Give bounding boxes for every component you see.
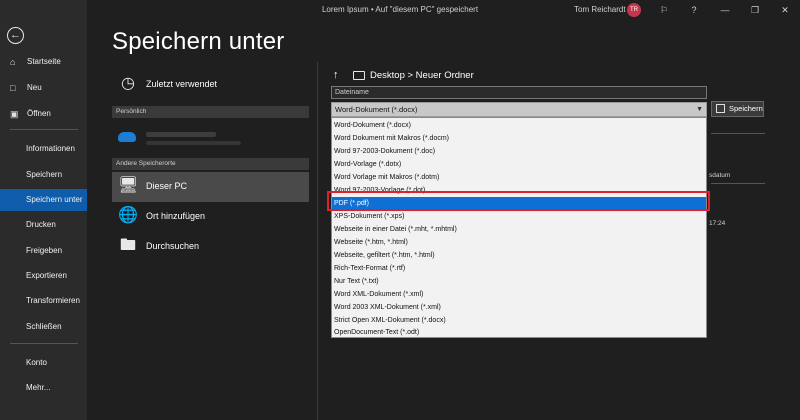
save-button[interactable]: Speichern [711,101,764,117]
filetype-option[interactable]: Word 97-2003-Dokument (*.doc) [332,145,706,158]
nav-item-more[interactable]: Mehr... [0,377,87,399]
location-label: Durchsuchen [146,241,200,251]
filetype-select[interactable]: Word-Dokument (*.docx) ▼ [331,102,707,117]
filetype-option[interactable]: Nur Text (*.txt) [332,275,706,288]
back-arrow-icon[interactable]: ← [7,27,24,44]
title-bar: Lorem Ipsum • Auf "diesem PC" gespeicher… [0,0,800,20]
filetype-option[interactable]: Word 2003 XML-Dokument (*.xml) [332,301,706,314]
location-this-pc[interactable]: 🖥 Dieser PC [112,172,309,202]
nav-item-label: Informationen [26,144,75,153]
nav-item-label: Öffnen [27,109,51,118]
nav-item-label: Speichern unter [26,195,83,204]
location-label: Dieser PC [146,181,188,191]
avatar[interactable]: TR [627,3,641,17]
blurred-account-email [146,141,241,145]
folder-icon: 🖿 [119,237,136,254]
computer-icon: 🖥 [118,177,139,194]
nav-item-label: Startseite [27,57,61,66]
new-document-icon: □ [10,83,16,93]
section-header-personal: Persönlich [112,106,309,118]
nav-item-label: Schließen [26,322,62,331]
filetype-option[interactable]: Webseite (*.htm, *.html) [332,236,706,249]
chevron-down-icon: ▼ [696,106,703,113]
filetype-option[interactable]: Webseite in einer Datei (*.mht, *.mhtml) [332,223,706,236]
nav-item-transform[interactable]: Transformieren [0,290,87,312]
filetype-option[interactable]: Word Dokument mit Makros (*.docm) [332,132,706,145]
section-header-other: Andere Speicherorte [112,158,309,170]
file-list-date-header[interactable]: sdatum [709,172,730,179]
filetype-option[interactable]: Webseite, gefiltert (*.htm, *.html) [332,249,706,262]
nav-item-share[interactable]: Freigeben [0,240,87,262]
close-icon[interactable]: ✕ [778,3,792,17]
folder-icon [353,71,365,80]
filetype-dropdown-list: Word-Dokument (*.docx) Word Dokument mit… [331,117,707,338]
nav-item-label: Transformieren [26,296,80,305]
minimize-icon[interactable]: — [718,3,732,17]
nav-item-close[interactable]: Schließen [0,316,87,338]
word-backstage-save-as: ← ⌂ Startseite □ Neu ▣ Öffnen Informatio… [0,0,800,420]
open-folder-icon: ▣ [10,109,19,119]
home-icon: ⌂ [10,57,16,67]
restore-icon[interactable]: ❐ [748,3,762,17]
filename-field[interactable]: Dateiname [331,86,707,99]
nav-item-label: Exportieren [26,271,67,280]
nav-item-label: Freigeben [26,246,63,255]
nav-item-save-as[interactable]: Speichern unter [0,189,87,211]
backstage-nav: ← ⌂ Startseite □ Neu ▣ Öffnen Informatio… [0,0,87,420]
nav-item-open[interactable]: ▣ Öffnen [0,103,87,125]
location-browse[interactable]: 🖿 Durchsuchen [112,232,309,262]
location-label: Ort hinzufügen [146,211,206,221]
filetype-option[interactable]: Word Vorlage mit Makros (*.dotm) [332,171,706,184]
nav-item-export[interactable]: Exportieren [0,265,87,287]
nav-divider [10,129,78,130]
nav-item-label: Neu [27,83,42,92]
filetype-option[interactable]: Word XML-Dokument (*.xml) [332,288,706,301]
user-name[interactable]: Tom Reichardt [574,5,626,14]
filetype-option[interactable]: Word-Dokument (*.docx) [332,119,706,132]
file-list-divider [711,133,765,134]
file-list-divider [711,183,765,184]
filetype-option[interactable]: OpenDocument-Text (*.odt) [332,327,706,338]
filetype-selected-value: Word-Dokument (*.docx) [335,105,418,114]
nav-item-label: Konto [26,358,47,367]
nav-item-label: Speichern [26,170,63,179]
filetype-option[interactable]: Strict Open XML-Dokument (*.docx) [332,314,706,327]
location-label: Zuletzt verwendet [146,79,218,89]
column-divider [317,62,318,420]
nav-divider [10,343,78,344]
location-onedrive-blurred[interactable] [112,124,309,154]
nav-item-label: Mehr... [26,383,51,392]
onedrive-cloud-icon [118,132,136,142]
save-icon [716,104,725,113]
file-list-time: 17:24 [709,220,726,227]
nav-item-new[interactable]: □ Neu [0,77,87,99]
filetype-option[interactable]: Rich-Text-Format (*.rtf) [332,262,706,275]
nav-item-info[interactable]: Informationen [0,138,87,160]
nav-item-save[interactable]: Speichern [0,164,87,186]
filetype-option[interactable]: Word-Vorlage (*.dotx) [332,158,706,171]
clock-icon: ◷ [121,75,135,92]
annotation-highlight-box [327,191,710,211]
location-recent[interactable]: ◷ Zuletzt verwendet [112,70,309,100]
nav-item-print[interactable]: Drucken [0,214,87,236]
page-title: Speichern unter [112,28,285,55]
globe-add-icon: 🌐 [118,207,138,224]
breadcrumb-path[interactable]: Desktop > Neuer Ordner [370,70,474,81]
nav-item-account[interactable]: Konto [0,352,87,374]
nav-item-home[interactable]: ⌂ Startseite [0,51,87,73]
feedback-icon[interactable]: ⚐ [657,3,671,17]
window-title: Lorem Ipsum • Auf "diesem PC" gespeicher… [321,5,479,14]
up-arrow-icon[interactable]: ↑ [333,69,339,81]
help-icon[interactable]: ? [687,3,701,17]
nav-item-label: Drucken [26,220,56,229]
blurred-account-name [146,132,216,137]
filetype-option[interactable]: XPS-Dokument (*.xps) [332,210,706,223]
location-add-place[interactable]: 🌐 Ort hinzufügen [112,202,309,232]
save-button-label: Speichern [729,104,763,113]
